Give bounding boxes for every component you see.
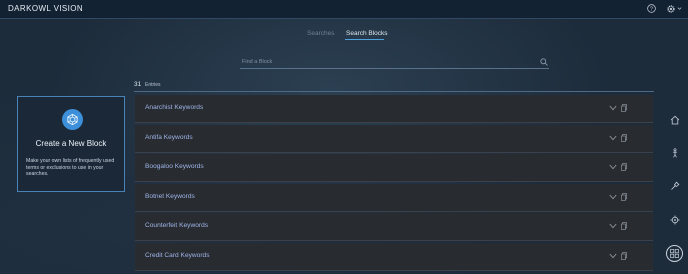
chevron-down-icon[interactable] (609, 105, 617, 111)
copy-icon[interactable] (621, 252, 627, 260)
cube-network-icon (67, 113, 78, 126)
grid-view-button[interactable] (666, 245, 683, 262)
search-underline (240, 68, 549, 69)
block-name[interactable]: Credit Card Keywords (145, 252, 210, 259)
block-row[interactable]: Anarchist Keywords (135, 95, 653, 123)
person-icon[interactable] (670, 148, 680, 158)
block-name[interactable]: Botnet Keywords (145, 193, 195, 200)
gear-icon[interactable] (666, 4, 676, 14)
create-block-description: Make your own lists of frequently used t… (26, 158, 115, 178)
svg-text:?: ? (650, 6, 653, 12)
copy-icon[interactable] (621, 163, 627, 171)
block-row[interactable]: Counterfeit Keywords (135, 213, 653, 241)
block-name[interactable]: Counterfeit Keywords (145, 222, 208, 229)
block-name[interactable]: Antifa Keywords (145, 134, 193, 141)
chevron-down-icon[interactable] (677, 6, 682, 11)
tab-searches[interactable]: Searches (307, 30, 334, 37)
chevron-down-icon[interactable] (609, 164, 617, 170)
app-logo[interactable]: DARKOWL VISION (8, 4, 83, 13)
create-new-block-card[interactable]: Create a New Block Make your own lists o… (17, 96, 125, 192)
block-row[interactable]: Credit Card Keywords (135, 243, 653, 271)
block-row[interactable]: Botnet Keywords (135, 184, 653, 212)
top-bar: DARKOWL VISION ? (0, 0, 688, 19)
chevron-down-icon[interactable] (609, 253, 617, 259)
block-name[interactable]: Anarchist Keywords (145, 104, 203, 111)
copy-icon[interactable] (621, 134, 627, 142)
active-tab-indicator (345, 39, 384, 40)
entries-count: 31 (134, 81, 142, 88)
entries-divider (134, 91, 654, 92)
block-name[interactable]: Boogaloo Keywords (145, 163, 204, 170)
find-block-input[interactable] (240, 57, 538, 67)
help-icon[interactable]: ? (647, 4, 656, 13)
grid-icon (670, 249, 679, 258)
entries-label: Entries (145, 82, 161, 88)
search-icon[interactable] (540, 58, 548, 66)
chevron-down-icon[interactable] (609, 194, 617, 200)
target-icon[interactable] (670, 215, 680, 225)
create-block-icon-badge (62, 109, 83, 130)
tab-search-blocks[interactable]: Search Blocks (346, 30, 388, 37)
block-list: Anarchist Keywords Antifa Keywords Booga… (135, 95, 653, 274)
create-block-title: Create a New Block (35, 139, 107, 148)
block-row[interactable]: Antifa Keywords (135, 125, 653, 153)
home-icon[interactable] (670, 115, 680, 125)
copy-icon[interactable] (621, 104, 627, 112)
copy-icon[interactable] (621, 193, 627, 201)
block-row[interactable]: Boogaloo Keywords (135, 154, 653, 182)
pin-icon[interactable] (670, 181, 680, 191)
chevron-down-icon[interactable] (609, 135, 617, 141)
copy-icon[interactable] (621, 222, 627, 230)
chevron-down-icon[interactable] (609, 223, 617, 229)
